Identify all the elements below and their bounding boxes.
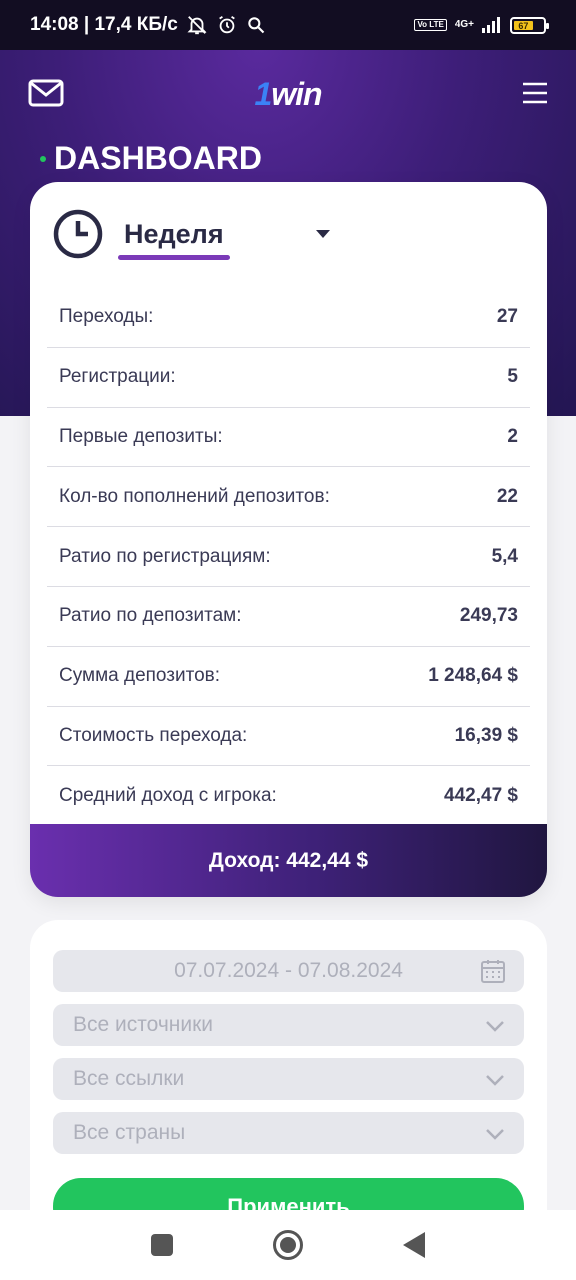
stat-value: 2 — [507, 425, 518, 447]
back-icon[interactable] — [403, 1232, 425, 1258]
stat-row: Первые депозиты: 2 — [47, 408, 530, 468]
volte-badge: Vo LTE — [414, 19, 447, 31]
stat-value: 5 — [507, 366, 518, 388]
stat-value: 442,47 $ — [444, 785, 518, 807]
stat-row: Ратио по депозитам: 249,73 — [47, 587, 530, 647]
mute-icon — [186, 14, 208, 36]
countries-select[interactable]: Все страны — [53, 1112, 524, 1154]
network-label: 4G+ — [454, 19, 474, 30]
stat-label: Стоимость перехода: — [59, 724, 248, 746]
stat-value: 16,39 $ — [454, 724, 518, 746]
stat-label: Ратио по регистрациям: — [59, 545, 271, 567]
stat-value: 249,73 — [459, 605, 518, 627]
stat-row: Переходы: 27 — [47, 288, 530, 348]
stat-row: Средний доход с игрока: 442,47 $ — [47, 766, 530, 826]
menu-icon[interactable] — [522, 78, 548, 108]
stats-list: Переходы: 27 Регистрации: 5 Первые депозиты:… — [47, 288, 530, 826]
stat-value: 27 — [496, 306, 518, 328]
stat-label: Регистрации: — [59, 366, 176, 388]
status-time: 14:08 | 17,4 КБ/с — [30, 14, 178, 35]
links-select[interactable]: Все ссылки — [53, 1058, 524, 1100]
stat-row: Ратио по регистрациям: 5,4 — [47, 527, 530, 587]
stat-row: Стоимость перехода: 16,39 $ — [47, 707, 530, 767]
sources-select[interactable]: Все источники — [53, 1004, 524, 1046]
stat-row: Кол-во пополнений депозитов: 22 — [47, 467, 530, 528]
chevron-down-icon — [486, 1021, 504, 1032]
chevron-down-icon — [486, 1129, 504, 1140]
sources-value: Все источники — [73, 1013, 214, 1036]
home-icon[interactable] — [273, 1230, 303, 1260]
caret-down-icon[interactable] — [316, 230, 330, 238]
stat-row: Сумма депозитов: 1 248,64 $ — [47, 647, 530, 707]
period-selector[interactable]: Неделя — [52, 206, 230, 262]
links-value: Все ссылки — [73, 1067, 185, 1090]
date-range-value: 07.07.2024 - 07.08.2024 — [174, 959, 403, 982]
stat-value: 22 — [496, 485, 518, 507]
filter-card: 07.07.2024 - 07.08.2024 Все источники Вс… — [30, 920, 547, 1250]
period-label: Неделя — [118, 219, 230, 260]
stat-label: Первые депозиты: — [59, 425, 223, 447]
stat-label: Кол-во пополнений депозитов: — [59, 485, 330, 507]
stats-card: Неделя Переходы: 27 Регистрации: 5 Первые де… — [30, 182, 547, 897]
alarm-icon — [216, 14, 238, 36]
stat-label: Переходы: — [59, 306, 154, 328]
brand-logo[interactable]: 1win — [0, 76, 576, 113]
chevron-down-icon — [486, 1075, 504, 1086]
stat-value: 5,4 — [491, 545, 518, 567]
signal-icon — [482, 17, 502, 33]
countries-value: Все страны — [73, 1121, 186, 1144]
top-navigation: 1win — [0, 68, 576, 122]
page-title: DASHBOARD — [40, 140, 262, 177]
income-summary: Доход: 442,44 $ — [30, 824, 547, 897]
title-dot — [40, 155, 46, 162]
date-range-field[interactable]: 07.07.2024 - 07.08.2024 — [53, 950, 524, 992]
clock-icon — [53, 209, 103, 259]
stat-row: Регистрации: 5 — [47, 348, 530, 408]
stat-label: Сумма депозитов: — [59, 665, 221, 687]
search-icon — [246, 15, 266, 35]
stat-label: Ратио по депозитам: — [59, 605, 242, 627]
battery-icon: 67 — [510, 16, 549, 34]
calendar-icon — [481, 960, 505, 983]
battery-level: 67 — [514, 20, 533, 31]
recent-apps-icon[interactable] — [151, 1234, 173, 1256]
stat-label: Средний доход с игрока: — [59, 785, 277, 807]
status-bar: 14:08 | 17,4 КБ/с Vo LTE 4G+ 67 — [0, 0, 576, 50]
system-navigation-bar — [0, 1210, 576, 1280]
stat-value: 1 248,64 $ — [428, 665, 518, 687]
